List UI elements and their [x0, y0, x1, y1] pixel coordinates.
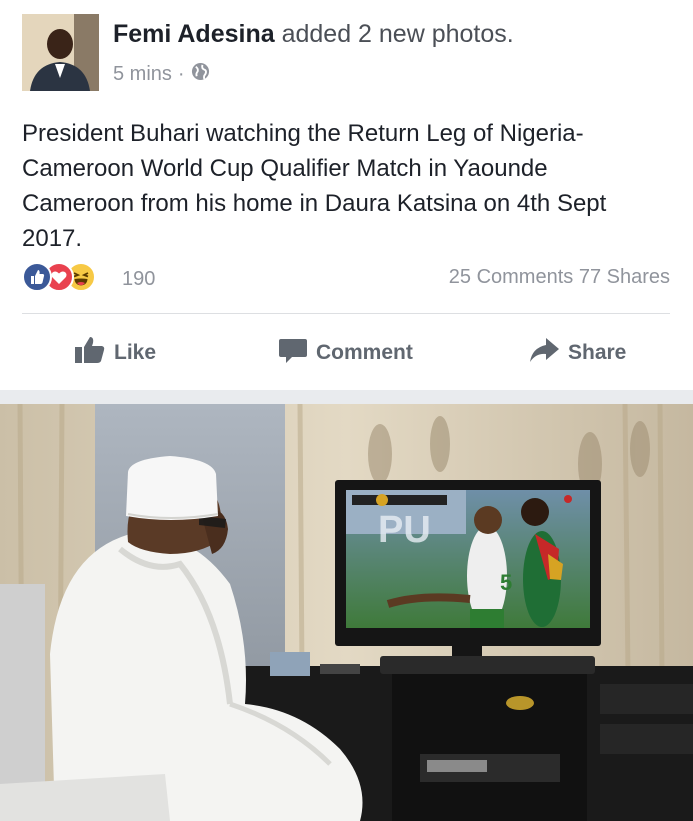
share-label: Share — [568, 341, 627, 364]
post-header: Femi Adesina added 2 new photos. 5 mins … — [22, 14, 682, 94]
photo-separator — [0, 390, 693, 404]
post-meta: 5 mins · — [113, 62, 210, 87]
like-label: Like — [114, 341, 157, 364]
svg-text:5: 5 — [500, 570, 512, 595]
post-stats: 190 25 Comments 77 Shares — [22, 260, 670, 296]
engagement-counts: 25 Comments 77 Shares — [449, 266, 670, 289]
like-button[interactable]: Like — [74, 335, 156, 371]
comments-count[interactable]: 25 Comments — [449, 266, 574, 288]
post-action-text: added 2 new photos. — [281, 20, 514, 48]
comment-bubble-icon — [278, 335, 308, 371]
comment-label: Comment — [316, 341, 413, 364]
shares-count[interactable]: 77 Shares — [579, 266, 670, 288]
post-body-text: President Buhari watching the Return Leg… — [22, 120, 607, 252]
svg-text:PU: PU — [378, 509, 431, 551]
share-arrow-icon — [528, 335, 560, 371]
globe-icon[interactable] — [191, 62, 210, 87]
post-action-bar: Like Comment Share — [22, 325, 670, 377]
thumbs-up-icon — [74, 335, 106, 371]
like-reaction-icon — [22, 262, 52, 292]
author-name[interactable]: Femi Adesina — [113, 20, 275, 48]
author-line: Femi Adesina added 2 new photos. — [113, 20, 514, 49]
author-avatar[interactable] — [22, 14, 99, 91]
post-photo[interactable]: PU 5 — [0, 404, 693, 821]
reaction-count[interactable]: 190 — [122, 268, 155, 291]
share-button[interactable]: Share — [528, 335, 626, 371]
action-divider — [22, 313, 670, 314]
post-timestamp[interactable]: 5 mins — [113, 63, 172, 86]
comment-button[interactable]: Comment — [278, 335, 413, 371]
meta-separator: · — [177, 63, 185, 85]
